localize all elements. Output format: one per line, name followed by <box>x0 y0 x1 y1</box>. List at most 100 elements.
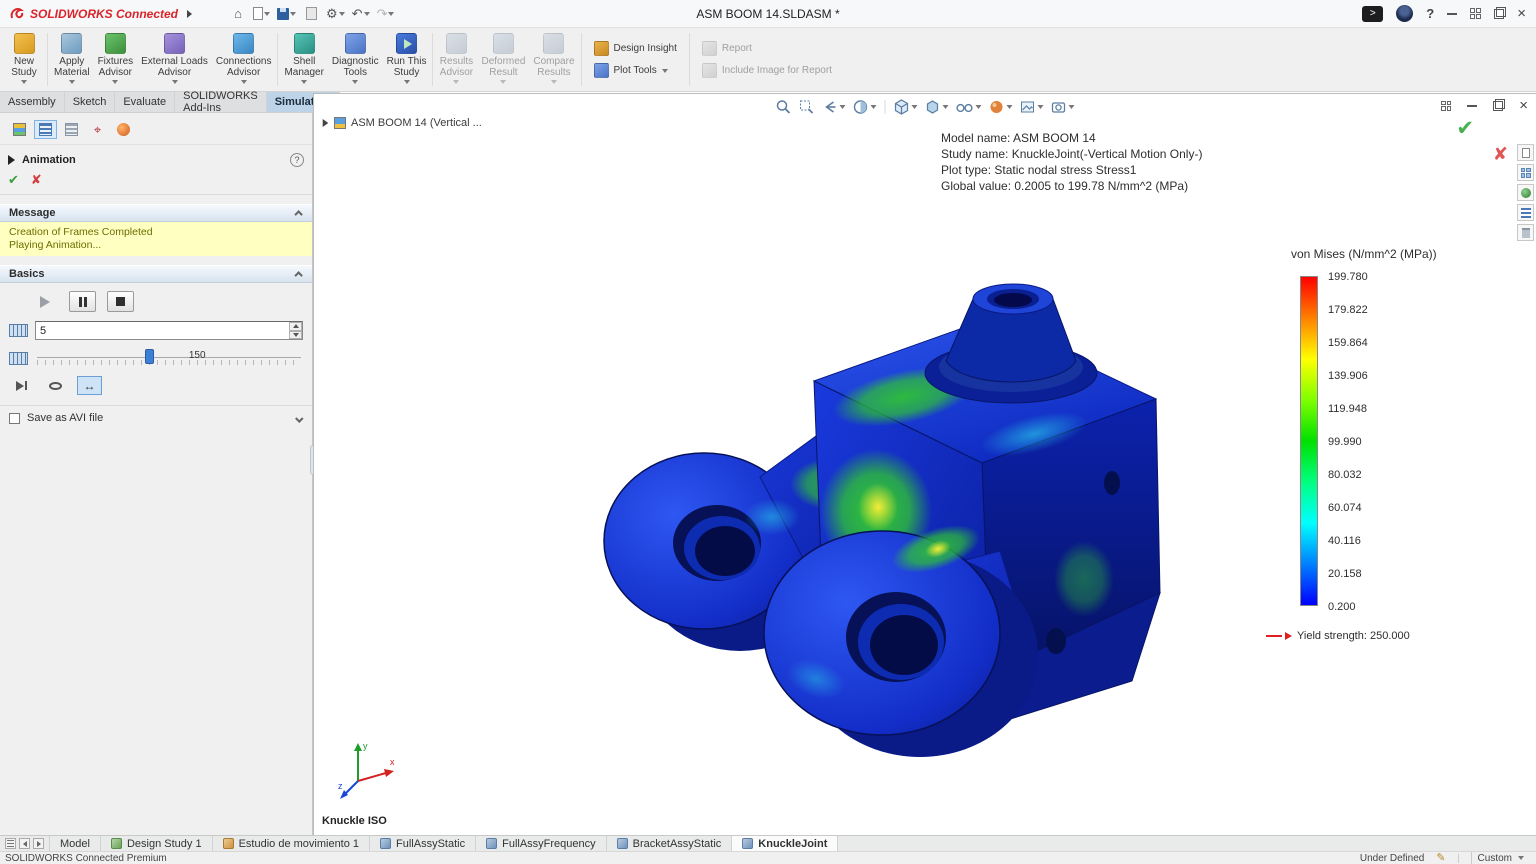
deformed-result-button[interactable]: DeformedResult <box>477 28 529 91</box>
tab-assembly[interactable]: Assembly <box>0 92 65 112</box>
dropdown-caret-icon[interactable] <box>662 69 668 73</box>
options-button[interactable]: ⚙ <box>324 3 347 25</box>
dropdown-caret-icon[interactable] <box>21 80 27 84</box>
spinner-up-button[interactable] <box>289 322 302 331</box>
view-settings-button[interactable] <box>1049 97 1077 117</box>
ok-check-button[interactable]: ✔ <box>8 172 19 188</box>
plot-tools-button[interactable]: Plot Tools <box>594 63 677 78</box>
side-tool-appearance-button[interactable] <box>1517 184 1534 201</box>
side-tool-trash-button[interactable] <box>1517 224 1534 241</box>
dropdown-caret-icon[interactable] <box>1007 105 1013 109</box>
restore-button[interactable] <box>1494 9 1504 19</box>
shell-manager-button[interactable]: ShellManager <box>280 28 327 91</box>
new-document-button[interactable] <box>251 3 272 25</box>
flyout-triangle-icon[interactable] <box>8 155 15 165</box>
dropdown-caret-icon[interactable] <box>912 105 918 109</box>
tab-fullassystatic[interactable]: FullAssyStatic <box>370 836 476 851</box>
zoom-to-fit-button[interactable] <box>774 97 794 117</box>
diagnostic-tools-button[interactable]: DiagnosticTools <box>328 28 383 91</box>
side-tool-document-button[interactable] <box>1517 144 1534 161</box>
attach-button[interactable] <box>301 3 321 25</box>
tile-windows-icon[interactable] <box>1441 101 1451 111</box>
displaymanager-tab[interactable] <box>112 120 135 139</box>
tab-view-button[interactable] <box>1470 8 1481 19</box>
user-avatar[interactable] <box>1396 5 1413 22</box>
speed-slider[interactable]: 150 <box>35 349 303 367</box>
tab-bracketassystatic[interactable]: BracketAssyStatic <box>607 836 733 851</box>
dropdown-caret-icon[interactable] <box>339 12 345 16</box>
dropdown-caret-icon[interactable] <box>404 80 410 84</box>
propertymanager-tab[interactable] <box>34 120 57 139</box>
edit-pencil-icon[interactable]: ✎ <box>1436 853 1445 864</box>
dropdown-caret-icon[interactable] <box>172 80 178 84</box>
document-minimize-button[interactable] <box>1467 105 1477 107</box>
side-tool-list-button[interactable] <box>1517 204 1534 221</box>
tab-list-button[interactable] <box>5 838 16 849</box>
new-study-button[interactable]: NewStudy <box>3 28 45 91</box>
frames-per-second-input[interactable] <box>35 321 303 340</box>
zoom-to-area-button[interactable] <box>797 97 817 117</box>
configurationmanager-tab[interactable] <box>60 120 83 139</box>
dropdown-caret-icon[interactable] <box>943 105 949 109</box>
document-close-button[interactable] <box>1519 98 1528 113</box>
close-button[interactable] <box>1517 6 1526 21</box>
dropdown-caret-icon[interactable] <box>241 80 247 84</box>
dropdown-caret-icon[interactable] <box>264 12 270 16</box>
save-button[interactable] <box>275 3 298 25</box>
dropdown-caret-icon[interactable] <box>840 105 846 109</box>
connections-advisor-button[interactable]: ConnectionsAdvisor <box>212 28 276 91</box>
3dexperience-console-icon[interactable] <box>1362 6 1383 22</box>
document-restore-button[interactable] <box>1493 101 1503 111</box>
dropdown-caret-icon[interactable] <box>112 80 118 84</box>
undo-button[interactable]: ↶ <box>350 3 372 25</box>
compare-results-button[interactable]: CompareResults <box>529 28 578 91</box>
expand-chevron-icon[interactable] <box>295 414 303 422</box>
display-style-button[interactable] <box>923 97 951 117</box>
dropdown-caret-icon[interactable] <box>301 80 307 84</box>
dropdown-caret-icon[interactable] <box>69 80 75 84</box>
previous-view-button[interactable] <box>820 97 848 117</box>
loop-button[interactable] <box>43 376 68 395</box>
panel-help-button[interactable]: ? <box>290 153 304 167</box>
featuremanager-tab[interactable] <box>8 120 31 139</box>
dropdown-caret-icon[interactable] <box>352 80 358 84</box>
report-button[interactable]: Report <box>702 41 832 56</box>
tab-solidworks-add-ins[interactable]: SOLIDWORKS Add-Ins <box>175 92 267 112</box>
collapse-chevron-icon[interactable] <box>294 271 302 279</box>
dropdown-caret-icon[interactable] <box>1069 105 1075 109</box>
tab-fullassyfrequency[interactable]: FullAssyFrequency <box>476 836 607 851</box>
view-orientation-button[interactable] <box>892 97 920 117</box>
dropdown-caret-icon[interactable] <box>290 12 296 16</box>
tab-sketch[interactable]: Sketch <box>65 92 116 112</box>
tab-scroll-left-button[interactable] <box>19 838 30 849</box>
home-button[interactable]: ⌂ <box>228 3 248 25</box>
graphics-viewport[interactable]: ASM BOOM 14 (Vertical ... Model name: AS… <box>313 93 1536 835</box>
stop-button[interactable] <box>107 291 134 312</box>
side-tool-grid-button[interactable] <box>1517 164 1534 181</box>
run-this-study-button[interactable]: Run ThisStudy <box>383 28 431 91</box>
section-view-button[interactable] <box>851 97 879 117</box>
reciprocate-button[interactable]: ↔ <box>77 376 102 395</box>
include-image-for-report-button[interactable]: Include Image for Report <box>702 63 832 78</box>
spinner-down-button[interactable] <box>289 331 302 340</box>
tab-scroll-right-button[interactable] <box>33 838 44 849</box>
tree-expand-icon[interactable] <box>323 119 329 127</box>
play-once-button[interactable] <box>9 376 34 395</box>
slider-track[interactable] <box>37 357 301 358</box>
redo-button[interactable]: ↷ <box>375 3 397 25</box>
edit-appearance-button[interactable] <box>987 97 1015 117</box>
logo-flyout-arrow-icon[interactable] <box>187 10 192 18</box>
tab-knucklejoint[interactable]: KnuckleJoint <box>732 836 838 851</box>
message-group-header[interactable]: Message <box>0 204 312 222</box>
dropdown-caret-icon[interactable] <box>364 12 370 16</box>
dropdown-caret-icon[interactable] <box>388 12 394 16</box>
cancel-x-button[interactable]: ✘ <box>31 172 42 188</box>
dropdown-caret-icon[interactable] <box>1038 105 1044 109</box>
apply-material-button[interactable]: ApplyMaterial <box>50 28 94 91</box>
basics-group-header[interactable]: Basics <box>0 265 312 283</box>
confirm-ok-button[interactable]: ✔ <box>1456 116 1474 141</box>
dropdown-caret-icon[interactable] <box>976 105 982 109</box>
design-insight-button[interactable]: Design Insight <box>594 41 677 56</box>
collapse-chevron-icon[interactable] <box>294 210 302 218</box>
apply-scene-button[interactable] <box>1018 97 1046 117</box>
